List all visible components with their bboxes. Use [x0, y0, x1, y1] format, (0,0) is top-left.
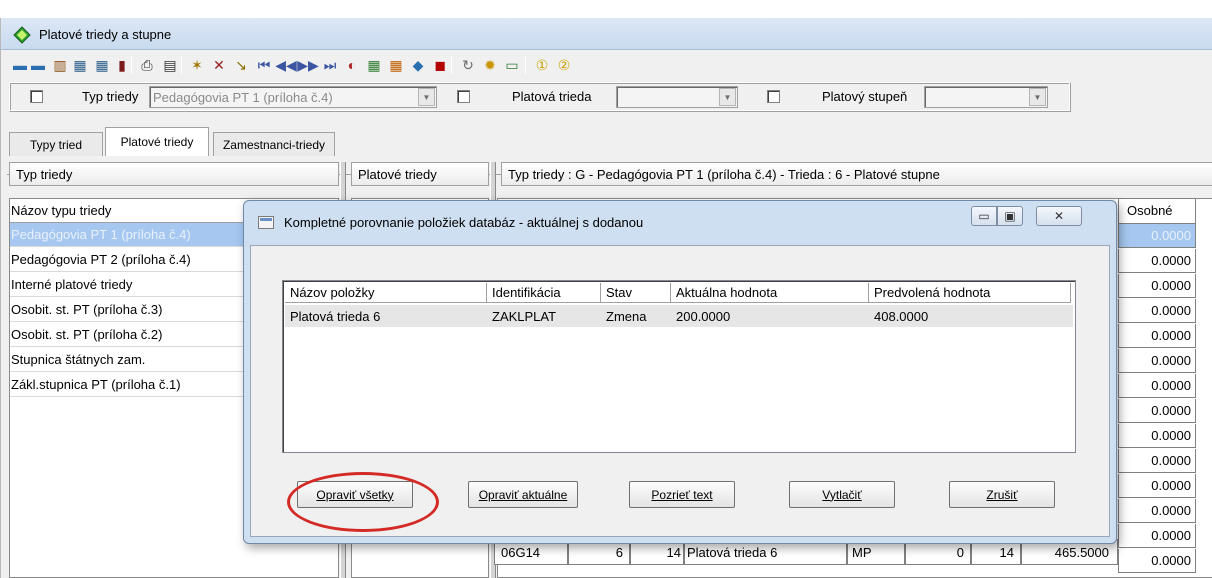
- right-pane-header: Typ triedy : G - Pedagógovia PT 1 (prílo…: [501, 162, 1212, 186]
- chevron-down-icon[interactable]: ▼: [719, 88, 736, 106]
- osobne-cell[interactable]: 0.0000: [1118, 274, 1196, 298]
- osobne-cell[interactable]: 0.0000: [1118, 349, 1196, 373]
- dialog-title: Kompletné porovnanie položiek databáz - …: [284, 215, 644, 230]
- window-title: Platové triedy a stupne: [39, 27, 172, 42]
- osobne-cell[interactable]: 0.0000: [1118, 449, 1196, 473]
- previous-record-icon[interactable]: ◀◀: [275, 56, 297, 74]
- toolbar-separator: [525, 56, 526, 74]
- fix-current-button[interactable]: Opraviť aktuálne: [468, 481, 578, 508]
- sync-icon[interactable]: ↻: [459, 56, 477, 74]
- clear-filter-icon[interactable]: ✕: [210, 56, 228, 74]
- print-icon[interactable]: ⎙: [138, 56, 156, 74]
- osobne-cell[interactable]: 0.0000: [1118, 224, 1196, 248]
- info-2-icon[interactable]: ②: [555, 56, 573, 74]
- info-1-icon[interactable]: ①: [533, 56, 551, 74]
- filter-bar: Typ triedy Pedagógovia PT 1 (príloha č.4…: [9, 82, 1071, 112]
- osobne-cell[interactable]: 0.0000: [1118, 424, 1196, 448]
- print-preview-icon[interactable]: ▤: [161, 56, 179, 74]
- typ-triedy-combo[interactable]: Pedagógovia PT 1 (príloha č.4) ▼: [149, 86, 437, 108]
- toolbar-separator: [181, 56, 182, 74]
- platova-trieda-combo[interactable]: ▼: [616, 86, 738, 108]
- platovy-stupen-label: Platový stupeň: [822, 89, 908, 104]
- app-diamond-icon: [13, 26, 31, 44]
- table-icon[interactable]: ▦: [71, 56, 89, 74]
- export-icon[interactable]: ◆: [409, 56, 427, 74]
- typ-triedy-label: Typ triedy: [82, 89, 139, 104]
- typ-triedy-value: Pedagógovia PT 1 (príloha č.4): [153, 90, 333, 105]
- cell-nazov: Platová trieda 6: [290, 309, 381, 324]
- next-record-icon[interactable]: ▶▶: [297, 56, 319, 74]
- sort-icon[interactable]: ↘: [232, 56, 250, 74]
- osobne-cell[interactable]: 0.0000: [1118, 524, 1196, 548]
- print-button[interactable]: Vytlačiť: [789, 481, 895, 508]
- chevron-down-icon[interactable]: ▼: [418, 88, 435, 106]
- cell-identifikacia: ZAKLPLAT: [492, 309, 557, 324]
- platovy-stupen-checkbox[interactable]: [767, 90, 780, 103]
- comparison-list[interactable]: Názov položky Identifikácia Stav Aktuáln…: [282, 280, 1076, 453]
- delete-icon[interactable]: ▮: [113, 56, 131, 74]
- cancel-button[interactable]: Zrušiť: [949, 481, 1055, 508]
- tab-platove-triedy[interactable]: Platové triedy: [105, 127, 209, 156]
- toolbar-separator: [131, 56, 132, 74]
- tab-typy-tried[interactable]: Typy tried: [9, 132, 103, 156]
- left-pane-header: Typ triedy: [9, 162, 339, 186]
- title-bar: Platové triedy a stupne: [1, 18, 1212, 50]
- col-predvolena-hodnota[interactable]: Predvolená hodnota: [869, 283, 1071, 303]
- osobne-cell[interactable]: 0.0000: [1118, 374, 1196, 398]
- typ-triedy-checkbox[interactable]: [30, 90, 43, 103]
- platova-trieda-checkbox[interactable]: [457, 90, 470, 103]
- platovy-stupen-combo[interactable]: ▼: [924, 86, 1048, 108]
- maximize-icon[interactable]: ▣: [997, 206, 1023, 226]
- col-stav[interactable]: Stav: [601, 283, 671, 303]
- platova-trieda-label: Platová trieda: [512, 89, 592, 104]
- osobne-cell[interactable]: 0.0000: [1118, 299, 1196, 323]
- col-nazov-polozky[interactable]: Názov položky: [285, 283, 487, 303]
- osobne-cell[interactable]: 0.0000: [1118, 474, 1196, 498]
- cell-stav: Zmena: [606, 309, 647, 324]
- col-aktualna-hodnota[interactable]: Aktuálna hodnota: [671, 283, 869, 303]
- chevron-down-icon[interactable]: ▼: [1029, 88, 1046, 106]
- last-record-icon[interactable]: ⏭: [321, 56, 339, 74]
- new-record-icon[interactable]: ▬: [11, 56, 29, 74]
- calendar-icon[interactable]: ▦: [365, 56, 383, 74]
- copy-icon[interactable]: ◼: [431, 56, 449, 74]
- osobne-cell[interactable]: 0.0000: [1118, 249, 1196, 273]
- view-text-button[interactable]: Pozrieť text: [629, 481, 735, 508]
- middle-pane-header: Platové triedy: [351, 162, 489, 186]
- osobne-cell[interactable]: 0.0000: [1118, 549, 1196, 573]
- osobne-cell[interactable]: 0.0000: [1118, 324, 1196, 348]
- annotation-highlight-ellipse: [287, 472, 439, 532]
- cell-predvolena: 408.0000: [874, 309, 929, 324]
- close-icon[interactable]: ✕: [1036, 206, 1082, 226]
- lightbulb-icon[interactable]: ✹: [481, 56, 499, 74]
- import-icon[interactable]: ▦: [387, 56, 405, 74]
- toolbar: ▬ ▬ ▥ ▦ ▦ ▮ ⎙ ▤ ✶ ✕ ↘ ⏮ ◀◀ ▶▶ ⏭ ◐ ▦ ▦ ◆ ◼ ↻ ✹ ▭ ① ②: [1, 51, 1212, 79]
- columns-icon[interactable]: ▥: [51, 56, 69, 74]
- toolbar-separator: [451, 56, 452, 74]
- tab-zamestnanci-triedy[interactable]: Zamestnanci-triedy: [213, 132, 335, 156]
- col-identifikacia[interactable]: Identifikácia: [487, 283, 601, 303]
- osobne-cell[interactable]: 0.0000: [1118, 399, 1196, 423]
- cell-aktualna: 200.0000: [676, 309, 731, 324]
- table-2-icon[interactable]: ▦: [93, 56, 111, 74]
- first-record-icon[interactable]: ⏮: [255, 56, 273, 74]
- refresh-icon[interactable]: ◐: [343, 56, 361, 74]
- copy-record-icon[interactable]: ▬: [29, 56, 47, 74]
- osobne-cell[interactable]: 0.0000: [1118, 499, 1196, 523]
- minimize-icon[interactable]: ▭: [971, 206, 997, 226]
- window-icon: [258, 216, 274, 229]
- window-icon[interactable]: ▭: [503, 56, 521, 74]
- filter-icon[interactable]: ✶: [188, 56, 206, 74]
- osobne-header[interactable]: Osobné: [1118, 198, 1196, 224]
